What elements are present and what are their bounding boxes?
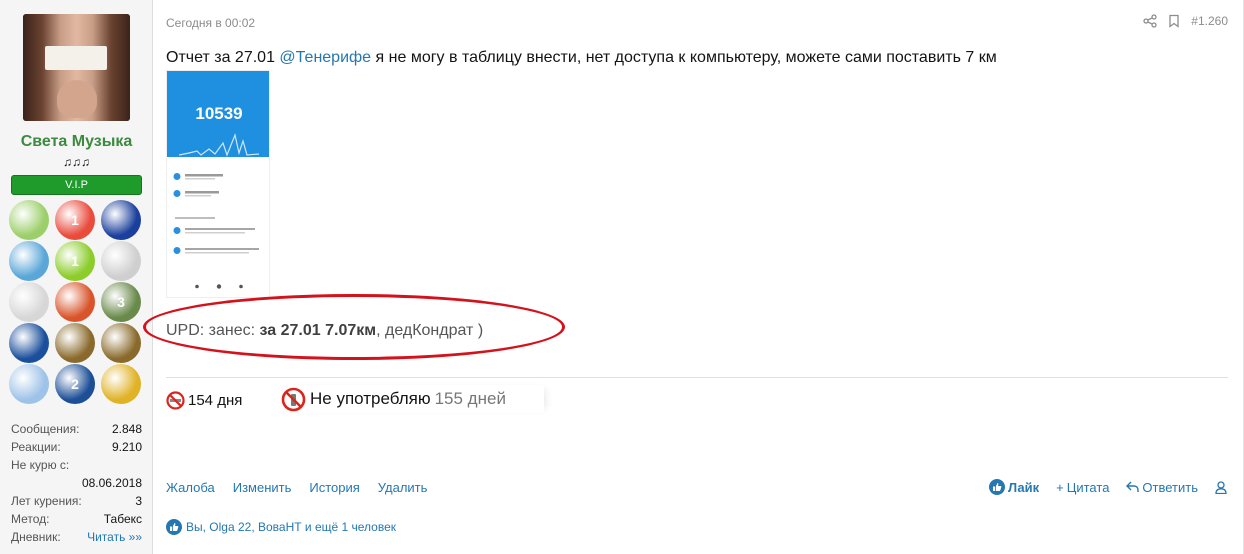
bronze-medal-icon[interactable]	[55, 323, 95, 363]
vip-badge: V.I.P	[11, 175, 142, 195]
screenshot-row	[173, 186, 265, 197]
group-2-award-icon[interactable]: 2	[55, 364, 95, 404]
post-number[interactable]: #1.260	[1191, 14, 1228, 28]
signature-counter-1: 154 дня	[166, 391, 242, 410]
avatar-chin	[57, 80, 97, 118]
stat-value: Табекс	[103, 512, 142, 526]
plus-icon: +	[1056, 479, 1064, 495]
quote-label: Цитата	[1066, 479, 1110, 495]
user-icon	[1215, 480, 1227, 494]
user-menu-button[interactable]	[1215, 480, 1227, 494]
stat-value: 3	[135, 494, 142, 508]
stat-diary: Дневник: Читать »»	[11, 528, 142, 546]
thumbs-up-icon	[988, 479, 1005, 495]
user-stats: Сообщения: 2.848 Реакции: 9.210 Не курю …	[11, 420, 142, 546]
abstinence-status: Не употребляю	[310, 389, 431, 408]
delete-link[interactable]: Удалить	[378, 480, 428, 495]
screenshot-activity-graph	[179, 132, 259, 157]
update-bold: за 27.01 7.07км	[259, 322, 377, 339]
stat-label: Метод:	[11, 512, 50, 526]
cup-1-award-icon[interactable]: 1	[55, 200, 95, 240]
post-date[interactable]: Сегодня в 00:02	[166, 16, 255, 30]
stat-quit-date: 08.06.2018	[11, 474, 142, 492]
diary-read-link[interactable]: Читать »»	[87, 528, 142, 546]
reaction-like-icon	[166, 519, 182, 535]
reactions-text: Вы, Olga 22, ВоваНТ и ещё 1 человек	[186, 520, 397, 534]
reactions-bar[interactable]: Вы, Olga 22, ВоваНТ и ещё 1 человек	[166, 519, 396, 535]
megaphone-award-icon[interactable]	[9, 323, 49, 363]
days-count-1: 154 дня	[188, 392, 243, 409]
share-icon[interactable]	[1143, 14, 1157, 28]
history-link[interactable]: История	[309, 480, 359, 495]
post-text-after: я не могу в таблицу внести, нет доступа …	[371, 49, 997, 66]
no-smoking-icon	[166, 391, 185, 410]
update-prefix: UPD: занес:	[166, 322, 260, 339]
stat-method: Метод: Табекс	[11, 510, 142, 528]
signature-counter-2: Не употребляю 155 дней	[281, 385, 544, 413]
stat-value: 08.06.2018	[81, 476, 142, 490]
camera-award-icon[interactable]	[55, 282, 95, 322]
attached-screenshot[interactable]: 10539	[166, 70, 270, 298]
screenshot-row	[173, 211, 265, 220]
screenshot-steps: 10539	[195, 104, 243, 123]
stat-label: Реакции:	[11, 440, 61, 454]
key-award-icon[interactable]	[101, 241, 141, 281]
reply-label: Ответить	[1142, 479, 1198, 495]
apple-award-icon[interactable]: 1	[55, 241, 95, 281]
post-main: Сегодня в 00:02 #1.260 Отчет за 27.01 @Т…	[143, 0, 1243, 554]
stat-label: Лет курения:	[11, 494, 82, 508]
key-duck-award-icon[interactable]	[9, 282, 49, 322]
stat-label: Не курю с:	[11, 458, 70, 472]
angel-award-icon[interactable]	[9, 364, 49, 404]
reply-button[interactable]: Ответить	[1126, 480, 1198, 495]
days-count-2: 155 дней	[434, 389, 506, 408]
screenshot-nav-dots	[173, 279, 265, 289]
avatar-tape	[45, 46, 107, 70]
stat-value: 9.210	[111, 440, 142, 454]
avatar[interactable]	[23, 14, 130, 121]
user-sidebar: Света Музыка ♫♫♫ V.I.P 1 1 3 2 Сообщения: 2…	[0, 0, 153, 554]
award-number: 1	[71, 212, 79, 228]
quote-button[interactable]: + Цитата	[1056, 480, 1109, 495]
screenshot-row	[173, 243, 265, 254]
stat-smoking-years: Лет курения: 3	[11, 492, 142, 510]
post-actions-left: Жалоба Изменить История Удалить	[166, 480, 427, 495]
stat-label: Сообщения:	[11, 422, 80, 436]
new-year-award-icon[interactable]	[9, 241, 49, 281]
screenshot-row	[173, 223, 265, 234]
award-number: 1	[71, 253, 79, 269]
stat-quit-since: Не курю с:	[11, 456, 142, 474]
report-link[interactable]: Жалоба	[166, 480, 215, 495]
medal-red-award-icon[interactable]	[101, 364, 141, 404]
username[interactable]: Света Музыка	[0, 133, 153, 151]
award-number: 3	[117, 294, 125, 310]
signature-divider	[166, 377, 1228, 378]
bronze-medal-icon[interactable]	[101, 323, 141, 363]
update-suffix: , дедКондрат )	[376, 322, 484, 339]
post-actions-right: Лайк + Цитата Ответить	[988, 479, 1227, 495]
post-text: Отчет за 27.01 @Тенерифе я не могу в таб…	[166, 49, 997, 67]
update-note: UPD: занес: за 27.01 7.07км, дедКондрат …	[166, 322, 483, 340]
edit-link[interactable]: Изменить	[233, 480, 292, 495]
ball-3-award-icon[interactable]: 3	[101, 282, 141, 322]
like-button[interactable]: Лайк	[988, 479, 1040, 495]
user-mention[interactable]: @Тенерифе	[279, 49, 371, 66]
trophy-award-icon[interactable]	[101, 200, 141, 240]
bookmark-icon[interactable]	[1167, 14, 1181, 28]
flower-award-icon[interactable]	[9, 200, 49, 240]
post-text-before: Отчет за 27.01	[166, 49, 280, 66]
stat-label: Дневник:	[11, 530, 61, 544]
award-number: 2	[71, 376, 79, 392]
stat-reactions: Реакции: 9.210	[11, 438, 142, 456]
awards-grid: 1 1 3 2	[9, 200, 144, 405]
screenshot-row	[173, 169, 265, 180]
no-drinking-icon	[281, 387, 306, 411]
post-tools: #1.260	[1143, 14, 1228, 28]
like-label: Лайк	[1007, 479, 1040, 495]
reply-arrow-icon	[1126, 481, 1140, 492]
stat-value: 2.848	[111, 422, 142, 436]
user-title: ♫♫♫	[63, 155, 90, 169]
stat-messages: Сообщения: 2.848	[11, 420, 142, 438]
